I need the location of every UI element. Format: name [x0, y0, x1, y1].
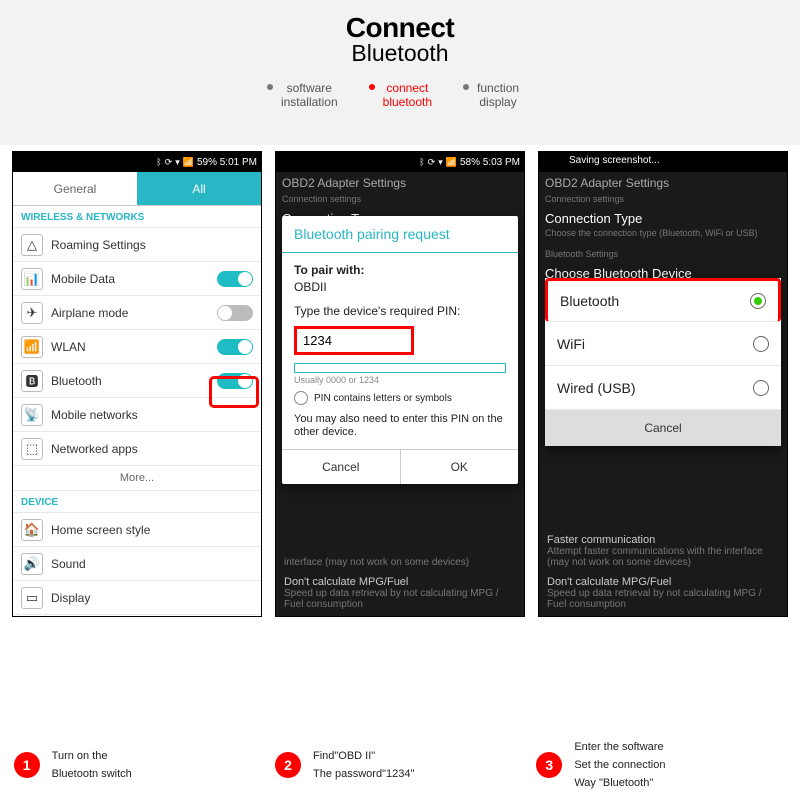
screen-title: OBD2 Adapter Settings: [545, 176, 781, 190]
ok-button[interactable]: OK: [401, 450, 519, 484]
toggle-mobile-data[interactable]: [217, 271, 253, 287]
wifi-icon: ▾: [175, 157, 180, 168]
home-icon: 🏠: [21, 519, 43, 541]
step-number-icon: 1: [14, 752, 40, 778]
row-networked-apps[interactable]: ⬚Networked apps: [13, 432, 261, 466]
step-number-icon: 3: [536, 752, 562, 778]
airplane-icon: ✈: [21, 302, 43, 324]
network-icon: 📡: [21, 404, 43, 426]
option-bluetooth[interactable]: Bluetooth: [545, 278, 781, 322]
row-roaming[interactable]: △Roaming Settings: [13, 228, 261, 262]
phone-2: ᛒ ⟳ ▾ 📶 58% 5:03 PM OBD2 Adapter Setting…: [275, 151, 525, 617]
dot-icon: [369, 84, 375, 90]
bluetooth-icon: ᛒ: [419, 157, 424, 167]
step-3: 3 Enter the software Set the connection …: [536, 738, 786, 792]
radio-selected-icon[interactable]: [750, 293, 766, 309]
status-bar: ᛒ ⟳ ▾ 📶 59% 5:01 PM: [13, 152, 261, 172]
toggle-airplane[interactable]: [217, 305, 253, 321]
dot-icon: [463, 84, 469, 90]
highlight-bluetooth-toggle: [209, 376, 259, 408]
wifi-icon: ▾: [438, 157, 443, 168]
screen-title: OBD2 Adapter Settings: [282, 176, 518, 190]
header-subitems: software installation connect bluetooth …: [0, 81, 800, 109]
row-airplane[interactable]: ✈Airplane mode: [13, 296, 261, 330]
pin-note: You may also need to enter this PIN on t…: [294, 413, 506, 439]
roaming-icon: △: [21, 234, 43, 256]
bluetooth-icon: ᛒ: [156, 157, 161, 167]
phone-1: ᛒ ⟳ ▾ 📶 59% 5:01 PM General All WIRELESS…: [12, 151, 262, 617]
row-sound[interactable]: 🔊Sound: [13, 547, 261, 581]
status-bar: ᛒ ⟳ ▾ 📶 58% 5:03 PM: [276, 152, 524, 172]
wlan-icon: 📶: [21, 336, 43, 358]
radio-icon[interactable]: [753, 380, 769, 396]
toggle-wlan[interactable]: [217, 339, 253, 355]
phone-3: Saving screenshot... OBD2 Adapter Settin…: [538, 151, 788, 617]
modal-buttons: Cancel OK: [282, 449, 518, 484]
bluetooth-row-icon: 🅱: [21, 370, 43, 392]
header-subtitle: Bluetooth: [0, 40, 800, 67]
saving-text: Saving screenshot...: [569, 155, 660, 166]
signal-icon: 📶: [183, 157, 194, 168]
pin-hint: Usually 0000 or 1234: [294, 375, 506, 385]
section-wireless: WIRELESS & NETWORKS: [13, 206, 261, 228]
settings-tabs: General All: [13, 172, 261, 206]
subitem-connect: connect bluetooth: [383, 81, 432, 109]
device-name: OBDII: [294, 280, 327, 294]
header-band: Connect Bluetooth software installation …: [0, 0, 800, 145]
more-link[interactable]: More...: [13, 466, 261, 491]
status-text: 58% 5:03 PM: [460, 157, 520, 168]
steps-footer: 1 Turn on the Bluetootn switch 2 Find"OB…: [0, 738, 800, 792]
pairing-modal: Bluetooth pairing request To pair with: …: [282, 216, 518, 484]
apps-icon: ⬚: [21, 438, 43, 460]
radio-icon[interactable]: [294, 391, 308, 405]
radio-icon[interactable]: [753, 336, 769, 352]
phones-row: ᛒ ⟳ ▾ 📶 59% 5:01 PM General All WIRELESS…: [0, 151, 800, 626]
modal-title: Bluetooth pairing request: [282, 216, 518, 253]
option-wifi[interactable]: WiFi: [545, 322, 781, 366]
step-1: 1 Turn on the Bluetootn switch: [14, 738, 264, 792]
tab-general[interactable]: General: [13, 172, 137, 205]
display-icon: ▭: [21, 587, 43, 609]
cancel-button[interactable]: Cancel: [545, 410, 781, 446]
dark-below: interface (may not work on some devices)…: [276, 551, 524, 616]
to-pair-label: To pair with:: [294, 263, 506, 277]
pin-input-outline[interactable]: [294, 363, 506, 373]
connection-chooser: Bluetooth WiFi Wired (USB) Cancel: [545, 278, 781, 446]
row-home-style[interactable]: 🏠Home screen style: [13, 513, 261, 547]
subitem-function: function display: [477, 81, 519, 109]
row-wlan[interactable]: 📶WLAN: [13, 330, 261, 364]
signal-icon: 📶: [446, 157, 457, 168]
cancel-button[interactable]: Cancel: [282, 450, 401, 484]
step-number-icon: 2: [275, 752, 301, 778]
conn-settings-label: Connection settings: [282, 194, 518, 205]
option-wired[interactable]: Wired (USB): [545, 366, 781, 410]
subitem-software: software installation: [281, 81, 338, 109]
sync-icon: ⟳: [428, 157, 436, 168]
sync-icon: ⟳: [165, 157, 173, 168]
data-icon: 📊: [21, 268, 43, 290]
tab-all[interactable]: All: [137, 172, 261, 205]
status-bar: Saving screenshot...: [539, 152, 787, 172]
section-device: DEVICE: [13, 491, 261, 513]
row-display[interactable]: ▭Display: [13, 581, 261, 615]
row-mobile-data[interactable]: 📊Mobile Data: [13, 262, 261, 296]
step-2: 2 Find"OBD II" The password"1234": [275, 738, 525, 792]
dark-below: Faster communication Attempt faster comm…: [539, 528, 787, 616]
type-pin-label: Type the device's required PIN:: [294, 304, 506, 318]
pin-value[interactable]: 1234: [303, 333, 332, 348]
pin-checkbox-row[interactable]: PIN contains letters or symbols: [294, 391, 506, 405]
dot-icon: [267, 84, 273, 90]
status-text: 59% 5:01 PM: [197, 157, 257, 168]
sound-icon: 🔊: [21, 553, 43, 575]
pin-input-highlight: 1234: [294, 326, 414, 355]
